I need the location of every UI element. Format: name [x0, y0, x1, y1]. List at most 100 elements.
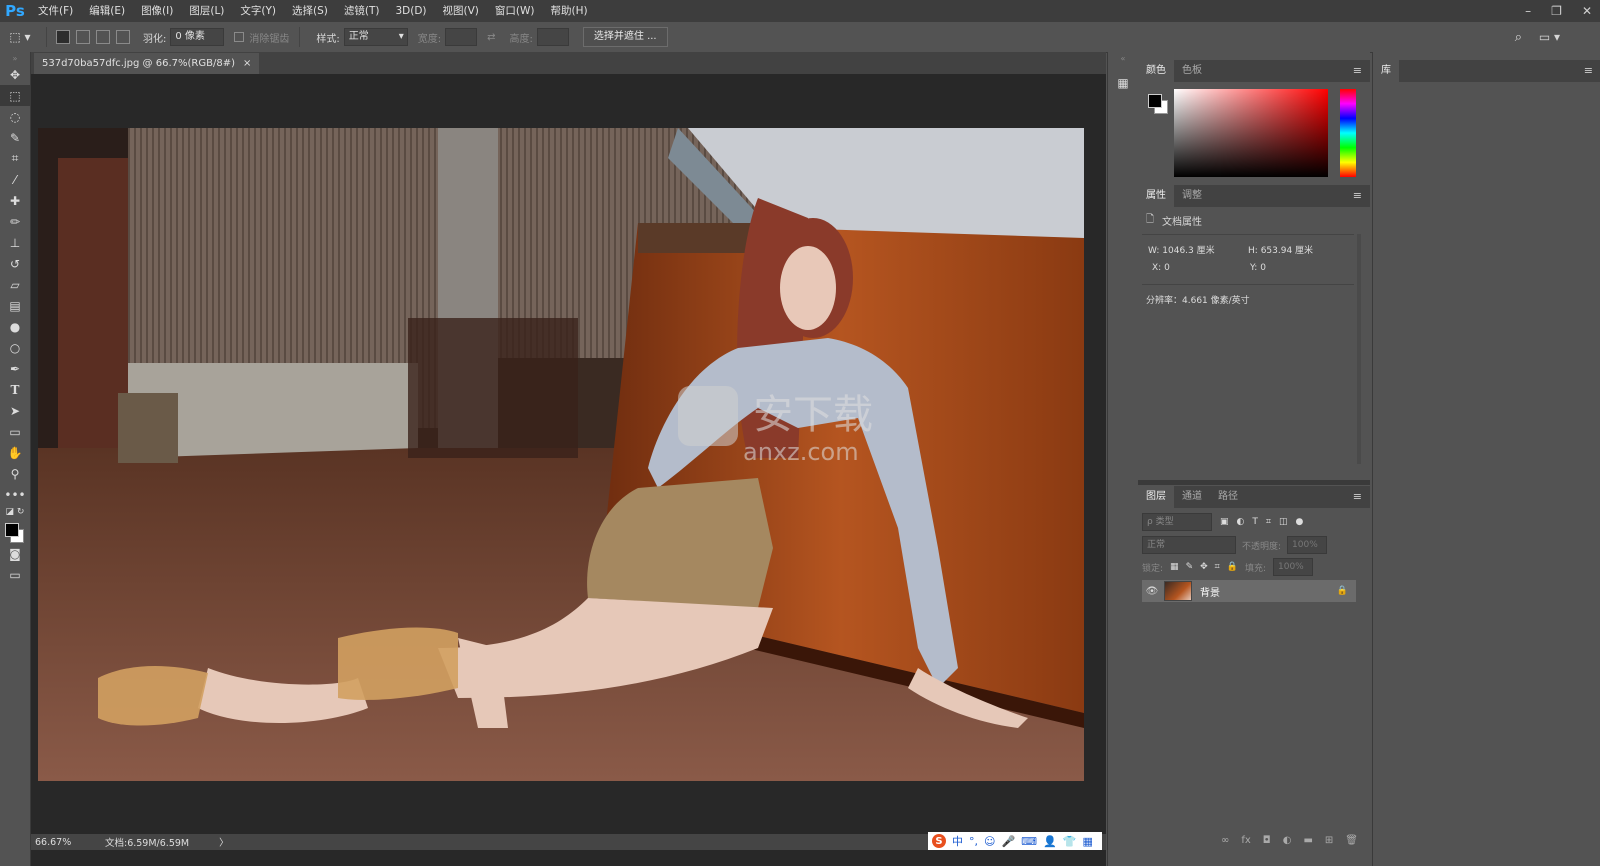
menu-type[interactable]: 文字(Y) [232, 0, 284, 22]
width-input[interactable] [445, 28, 478, 46]
foreground-color-swatch[interactable] [1148, 94, 1162, 108]
screen-mode-icon[interactable]: ▭ [0, 564, 30, 585]
folder-icon[interactable]: ▬ [1303, 835, 1312, 846]
zoom-level[interactable]: 66.67% [35, 837, 95, 848]
minimize-icon[interactable]: – [1525, 4, 1531, 18]
menu-layer[interactable]: 图层(L) [181, 0, 232, 22]
panel-menu-icon[interactable]: ≡ [1353, 189, 1362, 202]
visibility-eye-icon[interactable]: 👁 [1142, 586, 1162, 597]
crop-tool-icon[interactable]: ⌗ [0, 148, 30, 169]
select-and-mask-button[interactable]: 选择并遮住 ... [582, 27, 668, 47]
hue-slider[interactable] [1340, 89, 1356, 177]
workspace-icon[interactable]: ▭ ▾ [1539, 30, 1560, 44]
marquee-preset-icon[interactable]: ⬚ ▾ [0, 27, 40, 48]
ime-voice-icon[interactable]: 🎤 [1001, 835, 1015, 848]
menu-file[interactable]: 文件(F) [30, 0, 81, 22]
healing-brush-icon[interactable]: ✚ [0, 190, 30, 211]
width-value[interactable]: 1046.3 厘米 [1162, 246, 1214, 256]
filter-adjustment-icon[interactable]: ◐ [1237, 517, 1245, 527]
tab-channels[interactable]: 通道 [1174, 486, 1210, 508]
swap-icon[interactable]: ⇄ [487, 32, 495, 43]
tab-swatches[interactable]: 色板 [1174, 60, 1210, 82]
lock-position-icon[interactable]: ✥ [1200, 562, 1208, 572]
menu-3d[interactable]: 3D(D) [387, 0, 434, 22]
eyedropper-tool-icon[interactable]: ⁄ [0, 169, 30, 190]
menu-window[interactable]: 窗口(W) [487, 0, 543, 22]
history-panel-icon[interactable]: ▦ [1108, 72, 1138, 93]
layer-name[interactable]: 背景 [1200, 584, 1220, 599]
adjustment-icon[interactable]: ◐ [1283, 835, 1292, 846]
intersect-selection-icon[interactable] [116, 30, 130, 44]
panel-menu-icon[interactable]: ≡ [1353, 490, 1362, 503]
quick-mask-icon[interactable]: ◙ [0, 543, 30, 564]
zoom-tool-icon[interactable]: ⚲ [0, 463, 30, 484]
filter-shape-icon[interactable]: ⌗ [1266, 517, 1271, 527]
lasso-tool-icon[interactable]: ◌ [0, 106, 30, 127]
y-value[interactable]: 0 [1260, 263, 1266, 273]
eraser-tool-icon[interactable]: ▱ [0, 274, 30, 295]
ime-punctuation-icon[interactable]: °, [969, 835, 978, 848]
image-canvas[interactable]: 安下载 anxz.com [38, 128, 1084, 781]
path-select-icon[interactable]: ➤ [0, 400, 30, 421]
lock-all-icon[interactable]: 🔒 [1227, 562, 1238, 572]
menu-view[interactable]: 视图(V) [435, 0, 487, 22]
history-brush-icon[interactable]: ↺ [0, 253, 30, 274]
x-value[interactable]: 0 [1164, 263, 1170, 273]
blend-mode-select[interactable]: 正常 [1142, 536, 1236, 554]
trash-icon[interactable]: 🗑 [1345, 835, 1358, 846]
ime-user-icon[interactable]: 👤 [1043, 835, 1057, 848]
tab-adjustments[interactable]: 调整 [1174, 185, 1210, 207]
new-layer-icon[interactable]: ⊞ [1325, 835, 1333, 846]
ime-chinese-mode[interactable]: 中 [952, 833, 963, 849]
pen-tool-icon[interactable]: ✒ [0, 358, 30, 379]
panel-menu-icon[interactable]: ≡ [1353, 64, 1362, 77]
tab-properties[interactable]: 属性 [1138, 185, 1174, 207]
type-tool-icon[interactable]: T [0, 379, 30, 400]
menu-filter[interactable]: 滤镜(T) [336, 0, 388, 22]
filter-type-icon[interactable]: T [1252, 517, 1258, 527]
rectangle-tool-icon[interactable]: ▭ [0, 421, 30, 442]
tab-layers[interactable]: 图层 [1138, 486, 1174, 508]
filter-smart-icon[interactable]: ◫ [1279, 517, 1288, 527]
properties-scrollbar[interactable] [1357, 234, 1361, 464]
filter-pixel-icon[interactable]: ▣ [1220, 517, 1229, 527]
search-icon[interactable]: ⌕ [1515, 30, 1522, 45]
tab-color[interactable]: 颜色 [1138, 60, 1174, 82]
layer-row-background[interactable]: 👁 背景 🔒 [1142, 580, 1356, 602]
document-tab[interactable]: 537d70ba57dfc.jpg @ 66.7%(RGB/8#) × [34, 53, 260, 74]
tab-paths[interactable]: 路径 [1210, 486, 1246, 508]
menu-select[interactable]: 选择(S) [284, 0, 336, 22]
restore-icon[interactable]: ❐ [1551, 4, 1562, 18]
collapse-icon[interactable]: « [1108, 52, 1138, 64]
height-value[interactable]: 653.94 厘米 [1261, 246, 1313, 256]
new-selection-icon[interactable] [56, 30, 70, 44]
layer-filter-select[interactable]: ρ 类型 [1142, 513, 1212, 531]
filter-toggle-icon[interactable]: ● [1295, 517, 1303, 527]
antialias-checkbox[interactable] [234, 32, 245, 42]
color-field[interactable] [1174, 89, 1328, 177]
sogou-logo-icon[interactable]: S [932, 834, 946, 848]
ime-toolbox-icon[interactable]: ▦ [1082, 835, 1092, 848]
move-tool-icon[interactable]: ✥ [0, 64, 30, 85]
opacity-input[interactable]: 100% [1287, 536, 1328, 554]
lock-paint-icon[interactable]: ✎ [1186, 562, 1194, 572]
add-selection-icon[interactable] [76, 30, 90, 44]
link-icon[interactable]: ∞ [1221, 835, 1229, 846]
swap-colors-icon[interactable]: ◪ ↻ [0, 505, 30, 519]
style-select[interactable]: 正常 ▾ [343, 28, 408, 46]
menu-image[interactable]: 图像(I) [133, 0, 181, 22]
mask-icon[interactable]: ◘ [1263, 835, 1271, 846]
ime-emoji-icon[interactable]: ☺ [984, 835, 995, 848]
menu-edit[interactable]: 编辑(E) [81, 0, 133, 22]
tab-library[interactable]: 库 [1373, 60, 1399, 82]
dodge-tool-icon[interactable]: ○ [0, 337, 30, 358]
ime-keyboard-icon[interactable]: ⌨ [1021, 835, 1037, 848]
collapse-icon[interactable]: » [0, 52, 30, 64]
more-tools-icon[interactable]: ••• [0, 484, 30, 505]
clone-stamp-icon[interactable]: ⊥ [0, 232, 30, 253]
height-input[interactable] [536, 28, 569, 46]
lock-transparent-icon[interactable]: ▦ [1170, 562, 1179, 572]
ime-skin-icon[interactable]: 👕 [1063, 835, 1077, 848]
color-swatches[interactable] [0, 519, 30, 543]
blur-tool-icon[interactable]: ● [0, 316, 30, 337]
